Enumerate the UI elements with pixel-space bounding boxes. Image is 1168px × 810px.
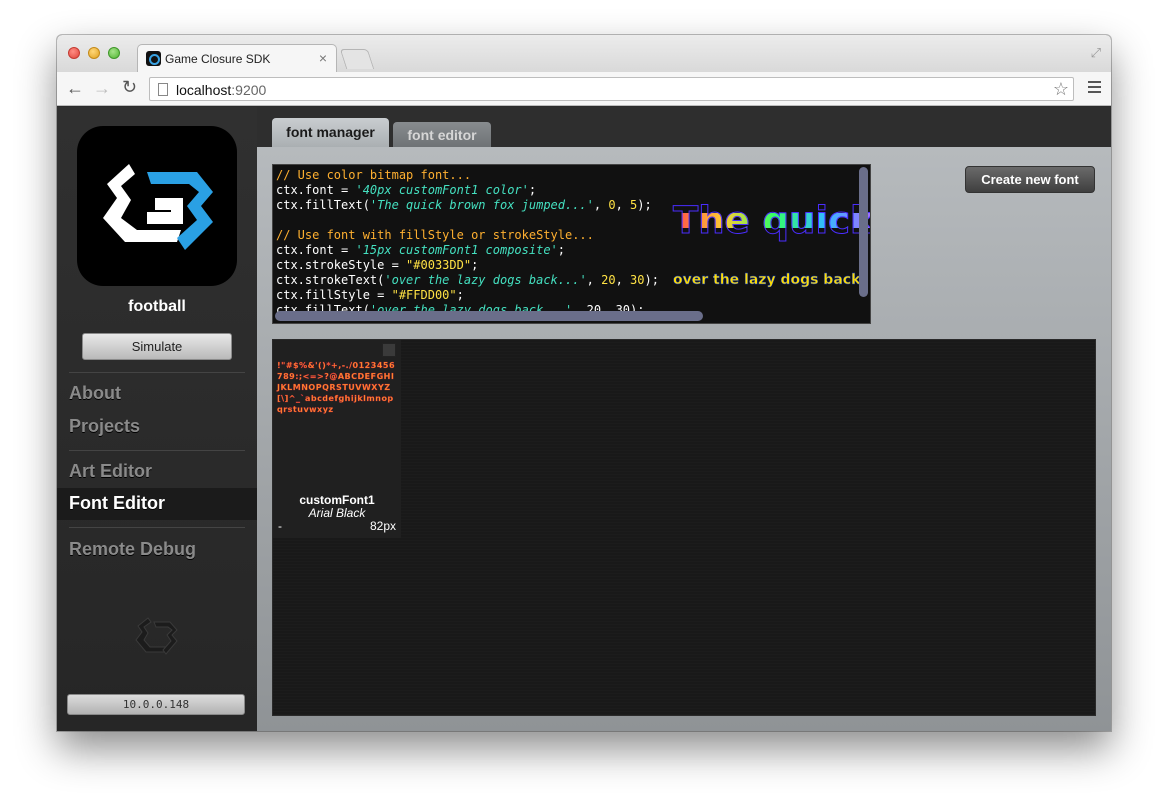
font-preview-small: over the lazy dogs back bbox=[673, 272, 861, 288]
sidebar-item-font-editor[interactable]: Font Editor bbox=[57, 488, 257, 520]
code-string: "#0033DD" bbox=[406, 258, 472, 272]
code-token: , bbox=[615, 198, 631, 212]
forward-arrow-icon[interactable]: → bbox=[93, 78, 111, 99]
code-number: 0 bbox=[608, 198, 616, 212]
font-glyph-sheet: !"#$%&'()*+,-./0123456789:;<=>?@ABCDEFGH… bbox=[277, 361, 396, 414]
browser-tab[interactable]: Game Closure SDK × bbox=[137, 44, 337, 72]
code-string: '15px customFont1 composite' bbox=[355, 243, 558, 257]
sidebar-item-art-editor[interactable]: Art Editor bbox=[69, 461, 152, 482]
address-bar[interactable]: localhost:9200 ☆ bbox=[149, 77, 1074, 101]
sidebar-divider bbox=[69, 372, 245, 373]
url-host: localhost bbox=[176, 82, 232, 98]
code-token: ctx.strokeText( bbox=[276, 273, 385, 287]
back-arrow-icon[interactable]: ← bbox=[66, 78, 84, 99]
reload-icon[interactable]: ↻ bbox=[122, 77, 137, 98]
minimize-window-button[interactable] bbox=[88, 47, 100, 59]
simulate-button[interactable]: Simulate bbox=[82, 333, 232, 360]
sdk-app: football Simulate About Projects Art Edi… bbox=[57, 107, 1111, 731]
code-token: , bbox=[593, 198, 609, 212]
font-name: customFont1 bbox=[299, 493, 375, 507]
code-token: ; bbox=[528, 183, 537, 197]
code-number: 30 bbox=[630, 273, 645, 287]
code-string: "#FFDD00" bbox=[391, 288, 457, 302]
new-tab-button[interactable] bbox=[339, 49, 375, 69]
url-text: localhost:9200 bbox=[176, 82, 266, 98]
font-card[interactable]: !"#$%&'()*+,-./0123456789:;<=>?@ABCDEFGH… bbox=[273, 340, 401, 538]
sidebar-item-about[interactable]: About bbox=[69, 383, 121, 404]
sidebar-divider bbox=[69, 450, 245, 451]
code-token: ctx.strokeStyle = bbox=[276, 258, 407, 272]
tab-font-editor[interactable]: font editor bbox=[393, 122, 491, 148]
game-closure-favicon-icon bbox=[146, 51, 161, 66]
project-icon[interactable] bbox=[77, 126, 237, 286]
code-token: ); bbox=[644, 273, 659, 287]
font-card-checkbox[interactable] bbox=[382, 343, 396, 357]
font-size: 82px bbox=[369, 519, 396, 533]
code-token: ; bbox=[456, 288, 464, 302]
vertical-scrollbar[interactable] bbox=[859, 167, 868, 297]
font-manager-panel: // Use color bitmap font... ctx.font = '… bbox=[257, 147, 1111, 731]
code-example: // Use color bitmap font... ctx.font = '… bbox=[276, 168, 659, 318]
code-token: , bbox=[615, 273, 631, 287]
game-closure-logo-icon bbox=[103, 164, 213, 250]
font-family: Arial Black bbox=[308, 506, 366, 520]
browser-tab-title: Game Closure SDK bbox=[165, 52, 271, 66]
project-name: football bbox=[128, 298, 186, 315]
sidebar-item-projects[interactable]: Projects bbox=[69, 416, 140, 437]
browser-window: Game Closure SDK × ⤢ ← → ↻ localhost:920… bbox=[57, 35, 1111, 731]
font-preview-large: The quick bbox=[673, 202, 870, 240]
code-token: ; bbox=[471, 258, 479, 272]
font-list-area: !"#$%&'()*+,-./0123456789:;<=>?@ABCDEFGH… bbox=[272, 339, 1096, 716]
close-tab-icon[interactable]: × bbox=[319, 50, 327, 66]
sidebar: football Simulate About Projects Art Edi… bbox=[57, 107, 257, 731]
code-string: 'The quick brown fox jumped...' bbox=[369, 198, 594, 212]
code-example-box[interactable]: // Use color bitmap font... ctx.font = '… bbox=[272, 164, 871, 324]
code-token: ); bbox=[637, 198, 652, 212]
browser-titlebar: Game Closure SDK × ⤢ bbox=[57, 35, 1111, 72]
code-comment: // Use color bitmap font... bbox=[276, 168, 472, 182]
bookmark-star-icon[interactable]: ☆ bbox=[1053, 79, 1069, 100]
browser-menu-icon[interactable] bbox=[1088, 81, 1101, 96]
page-icon bbox=[158, 83, 168, 96]
url-port: :9200 bbox=[231, 82, 267, 98]
code-token: ctx.fillText( bbox=[276, 198, 370, 212]
zoom-window-button[interactable] bbox=[108, 47, 120, 59]
sidebar-item-remote-debug[interactable]: Remote Debug bbox=[69, 539, 196, 560]
ip-address-badge: 10.0.0.148 bbox=[67, 694, 245, 715]
sidebar-divider bbox=[69, 527, 245, 528]
code-comment: // Use font with fillStyle or strokeStyl… bbox=[276, 228, 594, 242]
code-token: ctx.font = bbox=[276, 243, 356, 257]
main-content: font manager font editor // Use color bi… bbox=[257, 107, 1111, 731]
browser-toolbar: ← → ↻ localhost:9200 ☆ bbox=[57, 72, 1111, 106]
code-number: 20 bbox=[601, 273, 616, 287]
create-new-font-button[interactable]: Create new font bbox=[965, 166, 1095, 193]
code-string: 'over the lazy dogs back...' bbox=[384, 273, 587, 287]
editor-tabs: font manager font editor bbox=[257, 107, 1111, 148]
horizontal-scrollbar[interactable] bbox=[275, 311, 703, 321]
code-token: , bbox=[586, 273, 602, 287]
tab-font-manager[interactable]: font manager bbox=[272, 118, 389, 148]
code-token: ctx.fillStyle = bbox=[276, 288, 392, 302]
code-token: ctx.font = bbox=[276, 183, 356, 197]
code-token: ; bbox=[557, 243, 566, 257]
fullscreen-icon[interactable]: ⤢ bbox=[1091, 45, 1101, 61]
font-dash: - bbox=[278, 519, 282, 533]
code-string: '40px customFont1 color' bbox=[355, 183, 529, 197]
close-window-button[interactable] bbox=[68, 47, 80, 59]
game-closure-watermark-icon bbox=[132, 610, 182, 665]
